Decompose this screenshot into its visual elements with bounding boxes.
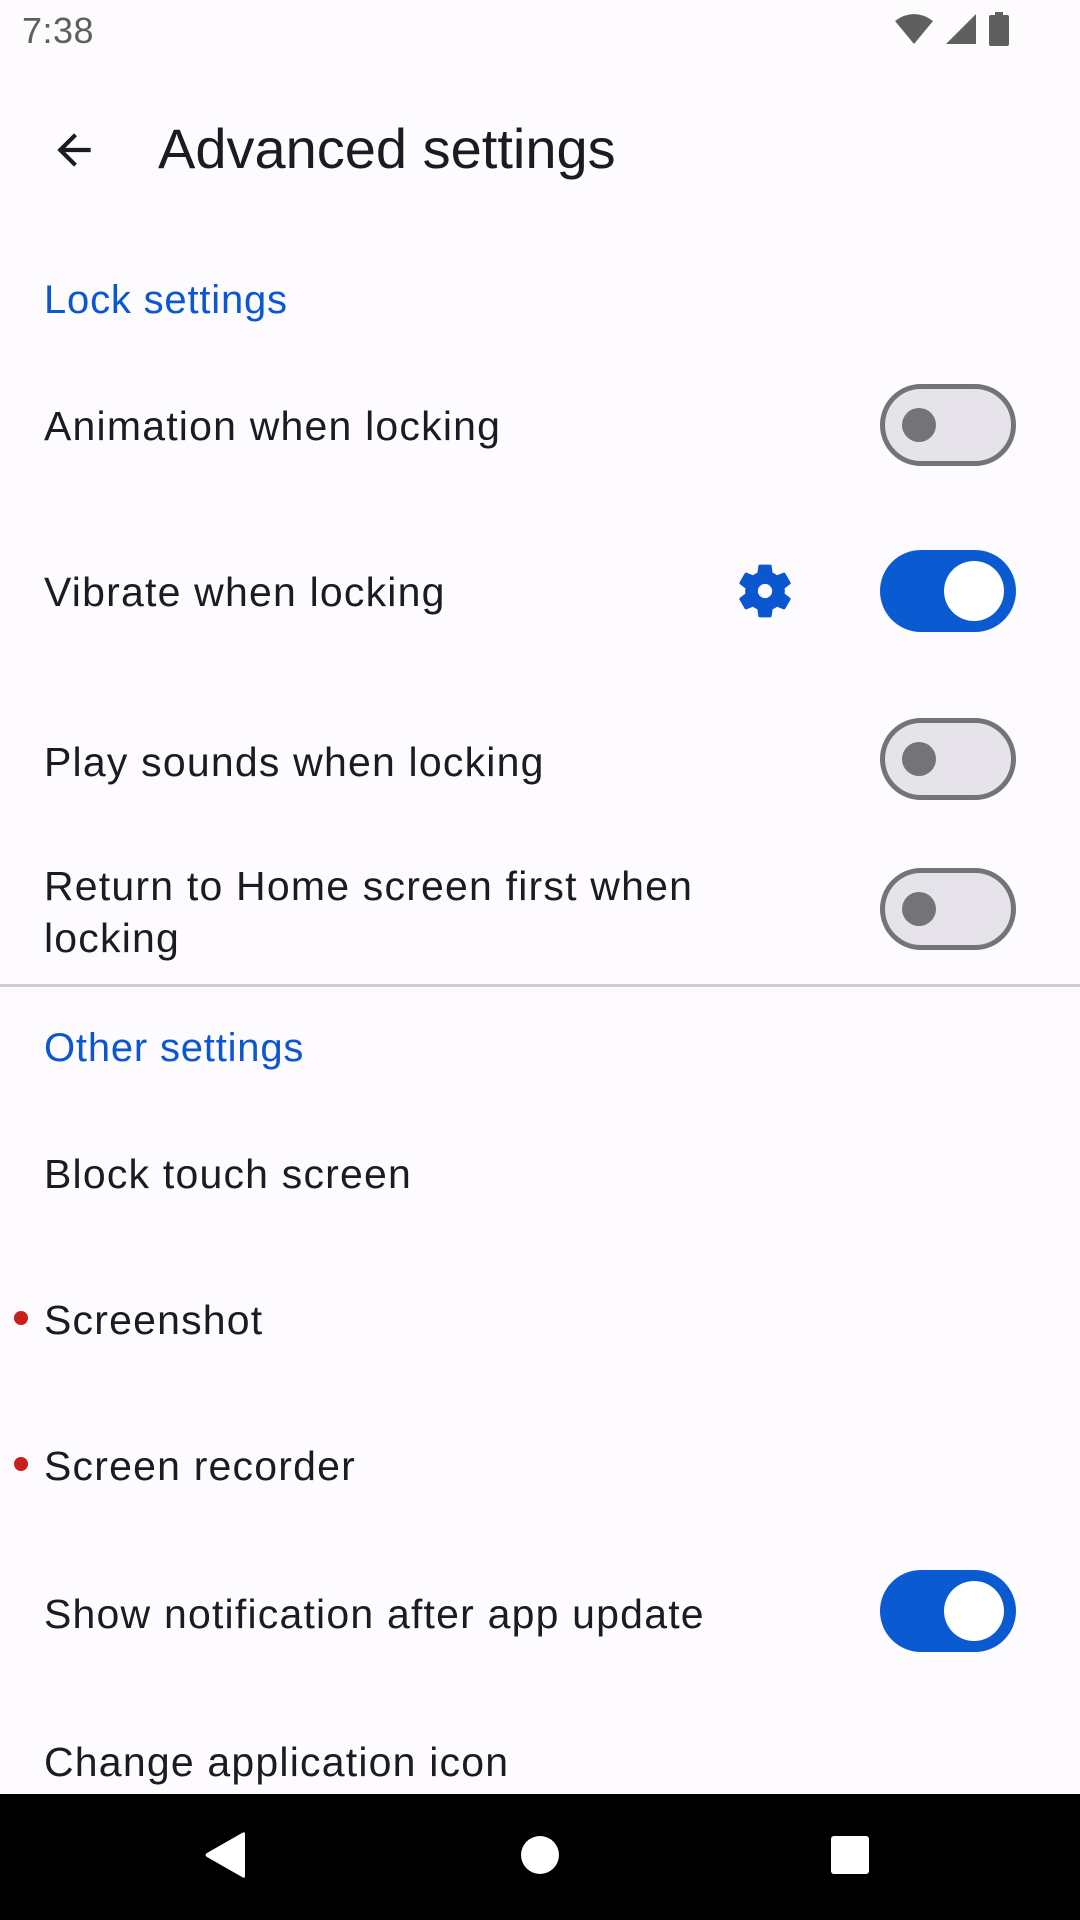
setting-label: Vibrate when locking <box>44 569 446 615</box>
animation-when-locking-switch[interactable] <box>880 384 1016 466</box>
setting-row-animation-when-locking[interactable]: Animation when locking <box>0 360 1080 490</box>
arrow-back-icon <box>49 125 99 180</box>
nav-home-button[interactable] <box>505 1822 575 1892</box>
setting-label: Return to Home screen first when locking <box>44 863 694 961</box>
switch-knob <box>902 408 936 442</box>
setting-label: Change application icon <box>44 1739 510 1785</box>
status-bar: 7:38 <box>0 0 1080 64</box>
new-indicator-dot <box>14 1311 28 1325</box>
new-indicator-dot <box>14 1457 28 1471</box>
setting-label: Screen recorder <box>44 1443 356 1489</box>
setting-row-show-notification-after-update[interactable]: Show notification after app update <box>0 1548 1080 1678</box>
status-icons <box>894 11 1010 51</box>
switch-knob <box>902 892 936 926</box>
gear-icon <box>732 558 798 629</box>
setting-label: Animation when locking <box>44 403 502 449</box>
wifi-icon <box>894 13 934 50</box>
setting-row-change-application-icon[interactable]: Change application icon <box>0 1716 1080 1794</box>
screen: 7:38 Advanced settings Lock settings Ani… <box>0 0 1080 1920</box>
setting-row-return-to-home-screen[interactable]: Return to Home screen first when locking <box>0 858 1080 982</box>
setting-label: Screenshot <box>44 1297 264 1343</box>
section-header-lock-settings: Lock settings <box>44 278 288 322</box>
cellular-signal-icon <box>944 13 978 50</box>
nav-back-button[interactable] <box>190 1822 260 1892</box>
section-divider <box>0 984 1080 987</box>
vibrate-settings-button[interactable] <box>726 554 804 632</box>
nav-back-icon <box>201 1830 249 1885</box>
switch-knob <box>944 561 1004 621</box>
battery-icon <box>988 11 1010 51</box>
setting-label: Play sounds when locking <box>44 739 545 785</box>
setting-row-screenshot[interactable]: Screenshot <box>0 1256 1080 1384</box>
nav-recents-icon <box>829 1834 871 1881</box>
back-button[interactable] <box>30 108 118 196</box>
section-header-other-settings: Other settings <box>44 1026 305 1070</box>
setting-row-screen-recorder[interactable]: Screen recorder <box>0 1402 1080 1530</box>
setting-row-block-touch-screen[interactable]: Block touch screen <box>0 1110 1080 1238</box>
setting-label: Show notification after app update <box>44 1591 705 1637</box>
setting-row-vibrate-when-locking[interactable]: Vibrate when locking <box>0 526 1080 660</box>
return-to-home-screen-switch[interactable] <box>880 868 1016 950</box>
vibrate-when-locking-switch[interactable] <box>880 550 1016 632</box>
show-notification-after-update-switch[interactable] <box>880 1570 1016 1652</box>
switch-knob <box>902 742 936 776</box>
status-time: 7:38 <box>22 10 95 51</box>
nav-home-icon <box>519 1834 561 1881</box>
switch-knob <box>944 1581 1004 1641</box>
nav-recents-button[interactable] <box>815 1822 885 1892</box>
setting-row-play-sounds-when-locking[interactable]: Play sounds when locking <box>0 692 1080 826</box>
play-sounds-when-locking-switch[interactable] <box>880 718 1016 800</box>
navigation-bar <box>0 1794 1080 1920</box>
app-bar: Advanced settings <box>0 64 1080 234</box>
setting-label: Block touch screen <box>44 1151 412 1197</box>
page-title: Advanced settings <box>158 117 616 180</box>
